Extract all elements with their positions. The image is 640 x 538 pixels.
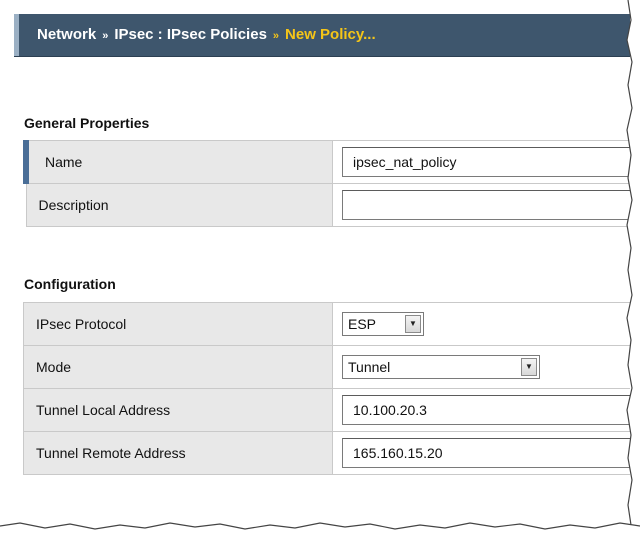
mode-cell: Tunnel ▼ [332,345,630,389]
table-row: IPsec Protocol ESP ▼ [23,302,630,346]
tunnel-local-address-label: Tunnel Local Address [23,388,333,432]
breadcrumb-separator: » [102,30,109,42]
mode-select[interactable]: Tunnel ▼ [342,355,540,379]
tunnel-local-address-cell: 10.100.20.3 [332,388,630,432]
table-row: Tunnel Local Address 10.100.20.3 [23,388,630,432]
torn-edge-bottom [0,522,640,538]
dropdown-arrow-icon[interactable]: ▼ [405,315,421,333]
tunnel-remote-address-cell: 165.160.15.20 [332,431,630,475]
ipsec-protocol-select[interactable]: ESP ▼ [342,312,424,336]
name-label: Name [23,140,333,184]
table-row: Name ipsec_nat_policy [23,140,630,184]
section-title-configuration: Configuration [24,276,116,292]
table-row: Description [25,183,630,227]
torn-edge-right [626,0,640,538]
ipsec-protocol-value: ESP [348,316,377,332]
tunnel-remote-address-input[interactable]: 165.160.15.20 [342,438,630,468]
ipsec-protocol-cell: ESP ▼ [332,302,630,346]
policy-form-panel: Network » IPsec : IPsec Policies » New Polic… [0,0,630,525]
description-input[interactable] [342,190,630,220]
tunnel-local-address-input[interactable]: 10.100.20.3 [342,395,630,425]
name-cell: ipsec_nat_policy [332,140,630,184]
header-stripe [14,14,19,56]
mode-value: Tunnel [348,359,391,375]
configuration-table: IPsec Protocol ESP ▼ Mode Tunnel ▼ Tunne… [23,302,630,475]
dropdown-arrow-icon[interactable]: ▼ [521,358,537,376]
mode-label: Mode [23,345,333,389]
table-row: Mode Tunnel ▼ [23,345,630,389]
tunnel-remote-address-label: Tunnel Remote Address [23,431,333,475]
description-cell [332,183,630,227]
section-title-general: General Properties [24,115,150,131]
breadcrumb-separator: » [272,30,280,42]
ipsec-protocol-label: IPsec Protocol [23,302,333,346]
breadcrumb-current: New Policy... [285,26,376,43]
general-properties-table: Name ipsec_nat_policy Description [23,140,630,227]
name-input[interactable]: ipsec_nat_policy [342,147,630,177]
table-row: Tunnel Remote Address 165.160.15.20 [23,431,630,475]
header-bar: Network » IPsec : IPsec Policies » New Polic… [14,14,630,57]
breadcrumb-network[interactable]: Network [37,26,96,43]
breadcrumb: Network » IPsec : IPsec Policies » New Polic… [37,26,376,43]
breadcrumb-ipsec-policies[interactable]: IPsec : IPsec Policies [114,26,267,43]
description-label: Description [25,183,333,227]
